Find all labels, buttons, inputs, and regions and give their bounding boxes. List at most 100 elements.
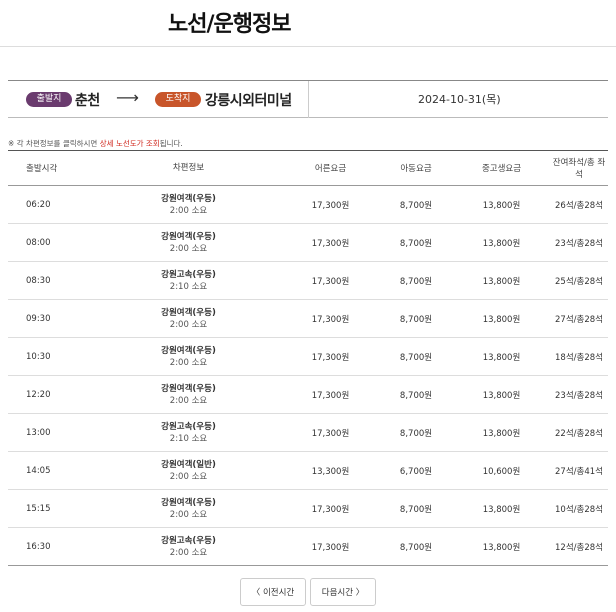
- departure-time: 06:20: [8, 185, 95, 224]
- arrival-city: 강릉시외터미널: [205, 93, 292, 109]
- adult-fare: 17,300원: [282, 413, 379, 452]
- child-fare: 8,700원: [379, 527, 453, 566]
- adult-fare: 17,300원: [282, 185, 379, 224]
- bus-duration: 2:00 소요: [169, 243, 208, 254]
- bus-info[interactable]: 강원고속(우등) 2:00 소요: [95, 527, 282, 566]
- next-time-button[interactable]: 다음시간 〉: [310, 578, 376, 606]
- table-row[interactable]: 13:00 강원고속(우등) 2:10 소요 17,300원 8,700원 13,800원…: [8, 413, 608, 452]
- bus-info[interactable]: 강원고속(우등) 2:10 소요: [95, 413, 282, 452]
- departure-badge: 출발지: [26, 92, 72, 107]
- departure-time: 15:15: [8, 489, 95, 528]
- arrow-right-icon: ⟶: [116, 88, 139, 107]
- bus-grade[interactable]: 강원고속(우등): [95, 535, 282, 547]
- bus-duration: 2:00 소요: [169, 319, 208, 330]
- departure-time: 08:30: [8, 261, 95, 300]
- remaining-seats: 22석/총28석: [550, 413, 608, 452]
- bus-grade[interactable]: 강원여객(일반): [95, 459, 282, 471]
- bus-info[interactable]: 강원여객(우등) 2:00 소요: [95, 375, 282, 414]
- bus-duration: 2:10 소요: [169, 281, 208, 292]
- bus-grade[interactable]: 강원여객(우등): [95, 307, 282, 319]
- bus-info[interactable]: 강원여객(우등) 2:00 소요: [95, 185, 282, 224]
- arrival-badge: 도착지: [155, 92, 201, 107]
- table-row[interactable]: 06:20 강원여객(우등) 2:00 소요 17,300원 8,700원 13,800원…: [8, 185, 608, 224]
- table-row[interactable]: 14:05 강원여객(일반) 2:00 소요 13,300원 6,700원 10,600원…: [8, 451, 608, 490]
- child-fare: 8,700원: [379, 223, 453, 262]
- bus-duration: 2:00 소요: [169, 471, 208, 482]
- child-fare: 6,700원: [379, 451, 453, 490]
- departure-time: 09:30: [8, 299, 95, 338]
- table-row[interactable]: 09:30 강원여객(우등) 2:00 소요 17,300원 8,700원 13,800원…: [8, 299, 608, 338]
- route-cities: 출발지 춘천 ⟶ 도착지 강릉시외터미널: [8, 81, 309, 118]
- teen-fare: 13,800원: [453, 185, 550, 224]
- bus-grade[interactable]: 강원여객(우등): [95, 345, 282, 357]
- remaining-seats: 12석/총28석: [550, 527, 608, 566]
- table-row[interactable]: 08:30 강원고속(우등) 2:10 소요 17,300원 8,700원 13,800원…: [8, 261, 608, 300]
- notice-suffix: 됩니다.: [159, 139, 183, 148]
- bus-info[interactable]: 강원여객(일반) 2:00 소요: [95, 451, 282, 490]
- bus-grade[interactable]: 강원고속(우등): [95, 269, 282, 281]
- adult-fare: 17,300원: [282, 489, 379, 528]
- remaining-seats: 23석/총28석: [550, 223, 608, 262]
- bus-grade[interactable]: 강원여객(우등): [95, 497, 282, 509]
- notice-highlight: 상세 노선도가 조회: [99, 139, 160, 148]
- departure-time: 12:20: [8, 375, 95, 414]
- title-divider: [0, 46, 616, 47]
- teen-fare: 13,800원: [453, 261, 550, 300]
- table-row[interactable]: 16:30 강원고속(우등) 2:00 소요 17,300원 8,700원 13,800원…: [8, 527, 608, 566]
- teen-fare: 13,800원: [453, 223, 550, 262]
- adult-fare: 17,300원: [282, 527, 379, 566]
- bus-duration: 2:10 소요: [169, 433, 208, 444]
- teen-fare: 13,800원: [453, 375, 550, 414]
- child-fare: 8,700원: [379, 337, 453, 376]
- notice-prefix: ※ 각 차편정보를 클릭하시면: [8, 139, 100, 148]
- child-fare: 8,700원: [379, 261, 453, 300]
- table-row[interactable]: 10:30 강원여객(우등) 2:00 소요 17,300원 8,700원 13,800원…: [8, 337, 608, 376]
- teen-fare: 13,800원: [453, 527, 550, 566]
- adult-fare: 17,300원: [282, 337, 379, 376]
- bus-grade[interactable]: 강원여객(우등): [95, 383, 282, 395]
- bus-duration: 2:00 소요: [169, 357, 208, 368]
- table-header-row: 출발시각 차편정보 어른요금 아동요금 중고생요금 잔여좌석/총 좌석: [8, 150, 608, 186]
- teen-fare: 13,800원: [453, 337, 550, 376]
- bus-duration: 2:00 소요: [169, 509, 208, 520]
- route-summary: 출발지 춘천 ⟶ 도착지 강릉시외터미널 2024-10-31(목): [8, 80, 608, 118]
- table-row[interactable]: 15:15 강원여객(우등) 2:00 소요 17,300원 8,700원 13,800원…: [8, 489, 608, 528]
- header-seats: 잔여좌석/총 좌석: [550, 150, 608, 186]
- teen-fare: 13,800원: [453, 413, 550, 452]
- remaining-seats: 10석/총28석: [550, 489, 608, 528]
- bus-info[interactable]: 강원고속(우등) 2:10 소요: [95, 261, 282, 300]
- departure-time: 14:05: [8, 451, 95, 490]
- child-fare: 8,700원: [379, 299, 453, 338]
- child-fare: 8,700원: [379, 185, 453, 224]
- bus-duration: 2:00 소요: [169, 547, 208, 558]
- bus-grade[interactable]: 강원고속(우등): [95, 421, 282, 433]
- child-fare: 8,700원: [379, 375, 453, 414]
- bus-info[interactable]: 강원여객(우등) 2:00 소요: [95, 299, 282, 338]
- bus-info[interactable]: 강원여객(우등) 2:00 소요: [95, 489, 282, 528]
- bus-duration: 2:00 소요: [169, 395, 208, 406]
- page-title: 노선/운행정보: [168, 12, 291, 37]
- remaining-seats: 26석/총28석: [550, 185, 608, 224]
- prev-time-button[interactable]: 〈 이전시간: [240, 578, 306, 606]
- header-teen-fare: 중고생요금: [453, 150, 550, 186]
- departure-time: 08:00: [8, 223, 95, 262]
- table-row[interactable]: 12:20 강원여객(우등) 2:00 소요 17,300원 8,700원 13,800원…: [8, 375, 608, 414]
- bus-info[interactable]: 강원여객(우등) 2:00 소요: [95, 223, 282, 262]
- remaining-seats: 25석/총28석: [550, 261, 608, 300]
- bus-grade[interactable]: 강원여객(우등): [95, 193, 282, 205]
- header-child-fare: 아동요금: [379, 150, 453, 186]
- child-fare: 8,700원: [379, 413, 453, 452]
- departure-city: 춘천: [75, 93, 100, 109]
- table-row[interactable]: 08:00 강원여객(우등) 2:00 소요 17,300원 8,700원 13,800원…: [8, 223, 608, 262]
- bus-grade[interactable]: 강원여객(우등): [95, 231, 282, 243]
- bus-info[interactable]: 강원여객(우등) 2:00 소요: [95, 337, 282, 376]
- remaining-seats: 23석/총28석: [550, 375, 608, 414]
- header-adult-fare: 어른요금: [282, 150, 379, 186]
- header-bus-info: 차편정보: [95, 150, 282, 186]
- adult-fare: 13,300원: [282, 451, 379, 490]
- bus-duration: 2:00 소요: [169, 205, 208, 216]
- departure-time: 13:00: [8, 413, 95, 452]
- adult-fare: 17,300원: [282, 299, 379, 338]
- notice-text: ※ 각 차편정보를 클릭하시면 상세 노선도가 조회됩니다.: [8, 138, 183, 149]
- header-departure-time: 출발시각: [8, 150, 95, 186]
